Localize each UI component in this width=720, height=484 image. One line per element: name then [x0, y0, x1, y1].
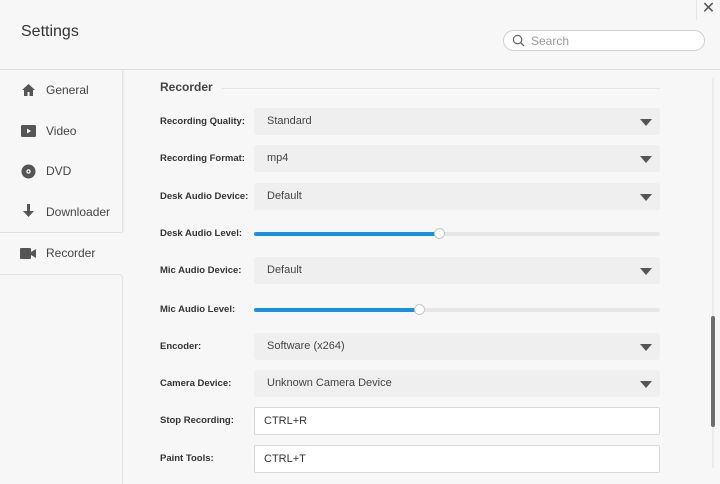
stop-recording-hotkey-input[interactable]: CTRL+R — [254, 407, 660, 435]
mic-audio-device-select[interactable]: Default — [254, 257, 660, 284]
search-input[interactable] — [531, 33, 691, 48]
recording-quality-select[interactable]: Standard — [254, 108, 660, 135]
stop-recording-row: Stop Recording: CTRL+R — [160, 407, 660, 435]
select-value: Default — [267, 264, 302, 276]
slider-fill — [254, 308, 419, 312]
sidebar-item-label: Video — [46, 123, 77, 138]
select-value: Software (x264) — [267, 340, 345, 352]
recording-quality-row: Recording Quality: Standard — [160, 108, 660, 135]
disc-icon — [20, 163, 36, 179]
close-button[interactable]: ✕ — [696, 0, 720, 20]
select-value: mp4 — [267, 152, 289, 164]
dropdown-arrow-icon — [640, 381, 652, 388]
paint-tools-row: Paint Tools: CTRL+T — [160, 445, 660, 473]
desk-audio-device-select[interactable]: Default — [254, 183, 660, 210]
field-label: Paint Tools: — [160, 453, 214, 464]
sidebar-item-label: DVD — [46, 164, 72, 179]
search-icon — [512, 34, 525, 47]
camera-device-row: Camera Device: Unknown Camera Device — [160, 370, 660, 397]
sidebar-item-label: Recorder — [46, 246, 96, 261]
select-value: Default — [267, 190, 302, 202]
recording-format-select[interactable]: mp4 — [254, 145, 660, 172]
mic-audio-level-slider[interactable] — [254, 304, 660, 315]
slider-handle[interactable] — [433, 228, 445, 239]
scrollbar-thumb[interactable] — [711, 316, 715, 427]
paint-tools-hotkey-input[interactable]: CTRL+T — [254, 445, 660, 473]
field-label: Recording Quality: — [160, 116, 245, 127]
field-label: Encoder: — [160, 341, 202, 352]
sidebar-item-label: General — [46, 83, 89, 98]
download-icon — [20, 204, 36, 220]
video-icon — [20, 123, 36, 139]
field-label: Desk Audio Device: — [160, 191, 249, 202]
field-label: Mic Audio Device: — [160, 265, 242, 276]
field-label: Recording Format: — [160, 153, 245, 164]
field-label: Mic Audio Level: — [160, 304, 236, 315]
dropdown-arrow-icon — [640, 156, 652, 163]
dropdown-arrow-icon — [640, 119, 652, 126]
camera-device-select[interactable]: Unknown Camera Device — [254, 370, 660, 397]
select-value: Unknown Camera Device — [267, 377, 392, 389]
field-label: Stop Recording: — [160, 415, 234, 426]
sidebar: General Video DVD Downloader Recorder — [0, 70, 123, 484]
desk-audio-level-row: Desk Audio Level: — [160, 220, 660, 247]
home-icon — [20, 82, 36, 98]
encoder-row: Encoder: Software (x264) — [160, 333, 660, 360]
sidebar-item-recorder[interactable]: Recorder — [0, 233, 123, 274]
field-label: Desk Audio Level: — [160, 228, 243, 239]
mic-audio-level-row: Mic Audio Level: — [160, 296, 660, 323]
sidebar-filler — [0, 273, 123, 484]
slider-handle[interactable] — [413, 304, 425, 315]
camera-icon — [20, 245, 36, 261]
select-value: Standard — [267, 115, 312, 127]
slider-fill — [254, 232, 439, 236]
sidebar-item-downloader[interactable]: Downloader — [0, 191, 123, 232]
dropdown-arrow-icon — [640, 344, 652, 351]
dropdown-arrow-icon — [640, 268, 652, 275]
sidebar-item-dvd[interactable]: DVD — [0, 151, 123, 192]
desk-audio-level-slider[interactable] — [254, 228, 660, 239]
field-label: Camera Device: — [160, 378, 232, 389]
page-title: Settings — [21, 23, 79, 40]
desk-audio-device-row: Desk Audio Device: Default — [160, 183, 660, 210]
dropdown-arrow-icon — [640, 194, 652, 201]
sidebar-item-label: Downloader — [46, 204, 111, 219]
recording-format-row: Recording Format: mp4 — [160, 145, 660, 172]
mic-audio-device-row: Mic Audio Device: Default — [160, 257, 660, 284]
encoder-select[interactable]: Software (x264) — [254, 333, 660, 360]
search-box[interactable] — [503, 30, 705, 51]
section-divider — [222, 88, 660, 89]
sidebar-item-video[interactable]: Video — [0, 110, 123, 151]
section-title: Recorder — [160, 80, 213, 94]
sidebar-item-general[interactable]: General — [0, 70, 123, 111]
